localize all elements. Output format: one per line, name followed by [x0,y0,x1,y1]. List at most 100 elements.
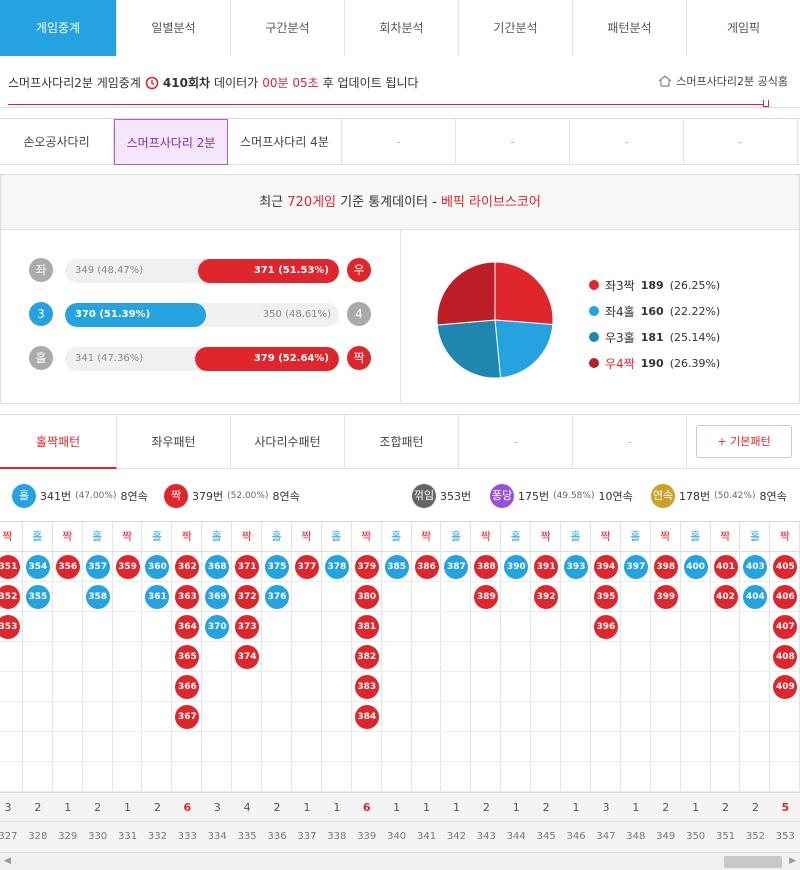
round-label: 344 [506,831,526,842]
odd-streak: 8연속 [120,490,148,503]
round-label: 347 [596,831,616,842]
grid-cell [411,732,442,762]
result-ball: 377 [294,555,319,579]
pie-slice-0 [494,261,554,326]
scroll-left-arrow[interactable]: ◀ [4,856,11,866]
pattern-column-header: 홀 [82,522,113,552]
pattern-tab-5[interactable]: - [573,415,687,469]
game-tab-6[interactable]: - [684,119,798,165]
grid-cell [441,702,472,732]
pattern-column-header: 홀 [262,522,292,552]
streak-count: 6 [183,801,192,814]
grid-cell [142,642,173,672]
grid-cell [172,732,203,762]
round-label: 348 [626,831,646,842]
grid-cell [501,612,532,642]
grid-cell [0,702,23,732]
grid-cell [680,672,711,702]
ratio-bar: 349 (48.47%) 371 (51.53%) [65,259,339,283]
pattern-tab-4[interactable]: - [459,415,573,469]
streak-count: 1 [303,801,311,814]
ratio-right-badge: 우 [347,258,371,282]
round-label: 342 [446,831,466,842]
nav-tab-5[interactable]: 패턴분석 [573,0,687,56]
pattern-tab-2[interactable]: 사다리수패턴 [231,415,345,469]
result-ball: 401 [713,555,738,579]
ratio-left-badge: 좌 [29,258,53,282]
grid-cell [262,642,292,672]
grid-cell [0,732,23,762]
result-ball: 394 [593,555,618,579]
pattern-tab-0[interactable]: 홀짝패턴 [0,415,117,469]
grid-cell [680,762,711,792]
pattern-column-header: 짝 [172,522,203,552]
pattern-column-header: 홀 [202,522,233,552]
grid-cell [710,702,741,732]
streak-count: 6 [362,801,371,814]
legend-count: 190 [640,356,664,370]
pattern-tab-3[interactable]: 조합패턴 [345,415,459,469]
grid-cell [52,642,83,672]
grid-cell [591,642,621,672]
grid-cell [82,702,113,732]
legend-count: 189 [640,278,664,292]
game-tab-3[interactable]: - [342,119,456,165]
pie-legend: 좌3짝 189 (26.25%) 좌4홀 160 (22.22%) 우3홀 181 (25.14… [589,272,720,376]
grid-cell [381,582,412,612]
grid-cell [561,672,591,702]
legend-label: 우4짝 [605,356,635,371]
grid-cell [292,612,322,642]
grid-cell [381,702,412,732]
round-label: 327 [0,831,18,842]
grid-cell [740,612,771,642]
grid-cell [591,702,621,732]
grid-cell [292,732,322,762]
legend-count: 181 [640,330,664,344]
pattern-column-header: 홀 [321,522,352,552]
pattern-column-header: 짝 [52,522,83,552]
nav-tab-4[interactable]: 기간분석 [459,0,573,56]
grid-cell [650,732,681,762]
ratio-left-value: 349 (48.47%) [75,265,144,276]
basic-pattern-button[interactable]: + 기본패턴 [696,425,792,458]
game-tab-0[interactable]: 손오공사다리 [0,119,114,165]
pattern-column-header: 짝 [411,522,442,552]
official-home-link[interactable]: 스머프사다리2분 공식홈 [658,73,788,89]
ratio-left-value: 341 (47.36%) [75,353,144,364]
pattern-tab-1[interactable]: 좌우패턴 [117,415,231,469]
grid-cell [142,732,173,762]
game-tab-4[interactable]: - [456,119,570,165]
progress-marker [763,100,769,107]
result-ball: 381 [354,615,379,639]
grid-cell [441,612,472,642]
streak-count: 1 [572,801,580,814]
scroll-thumb[interactable] [724,856,782,868]
pattern-column-header: 홀 [142,522,173,552]
legend-pct: (22.22%) [669,304,721,318]
grid-cell [680,732,711,762]
game-tab-1[interactable]: 스머프사다리 2분 [114,119,228,165]
game-tab-5[interactable]: - [570,119,684,165]
round-row: 327 328 329 330 331 332 333 334 335 336 337 338 339 3… [0,822,800,852]
nav-tab-6[interactable]: 게임픽 [687,0,800,56]
pong-badge: 퐁당 [490,484,514,508]
scroll-right-arrow[interactable]: ▶ [789,856,796,866]
grid-cell [351,762,382,792]
result-ball: 375 [265,555,290,579]
grid-cell [351,732,382,762]
game-tab-2[interactable]: 스머프사다리 4분 [228,119,342,165]
grid-cell [321,732,352,762]
grid-cell [501,582,532,612]
grid-cell [411,672,442,702]
nav-tab-3[interactable]: 회차분석 [345,0,459,56]
nav-tab-1[interactable]: 일별분석 [117,0,231,56]
grid-cell [232,762,263,792]
odd-summary: 홀 341번 (47.00%) 8연속 [12,484,148,508]
grid-cell [561,732,591,762]
grid-cell [0,762,23,792]
streak-count: 1 [333,801,341,814]
nav-tab-2[interactable]: 구간분석 [231,0,345,56]
horizontal-scrollbar[interactable]: ◀ ▶ [0,852,800,870]
result-ball: 355 [25,585,50,609]
nav-tab-0[interactable]: 게임중계 [0,0,117,56]
